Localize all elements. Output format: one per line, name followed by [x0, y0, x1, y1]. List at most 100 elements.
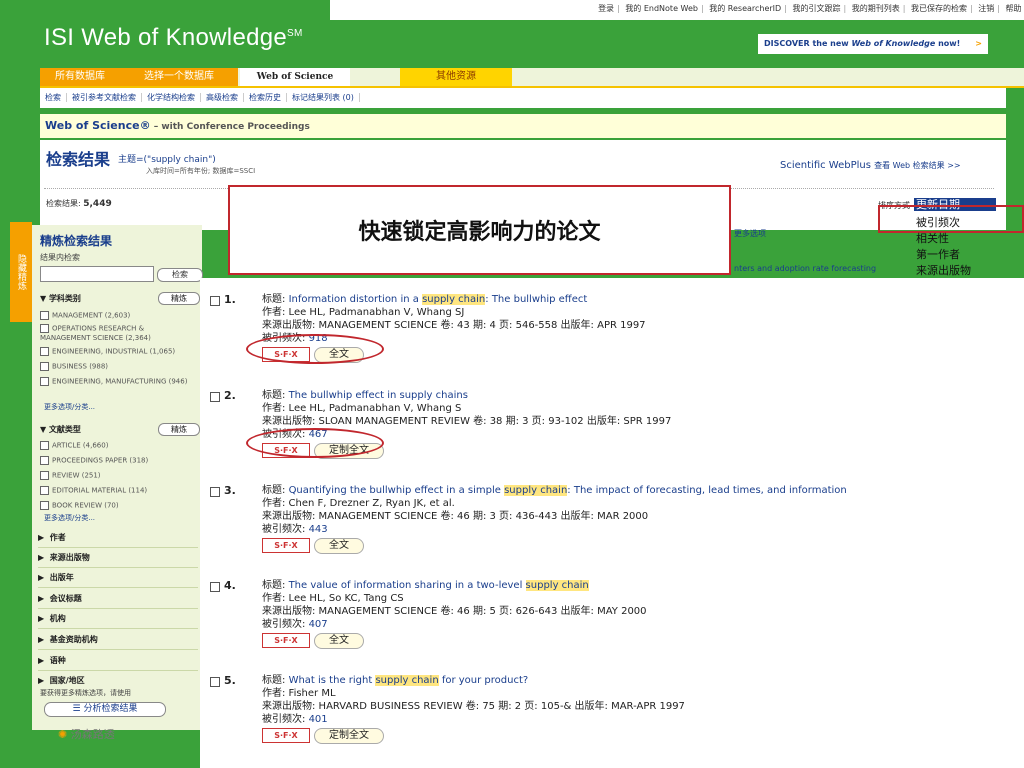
hide-refine-tab[interactable]: 隐藏精炼 [10, 222, 32, 322]
sort-option-citations[interactable]: 被引频次 [916, 214, 960, 230]
facet-organization[interactable]: ▶ 机构 [38, 610, 198, 629]
subnav-history[interactable]: 检索历史 [244, 93, 287, 102]
sort-option-relevance[interactable]: 相关性 [916, 230, 949, 246]
wos-header: Web of Science® – with Conference Procee… [40, 114, 1006, 138]
doctype-item[interactable]: ARTICLE (4,660) [40, 441, 108, 451]
journal-list-link[interactable]: 我的期刊列表 [852, 4, 900, 13]
analyze-results-button[interactable]: ☰ 分析检索结果 [44, 702, 166, 717]
tab-web-of-science[interactable]: Web of Science [240, 68, 350, 86]
subnav-marked-list[interactable]: 标记结果列表 (0) [287, 93, 360, 102]
category-item[interactable]: OPERATIONS RESEARCH & MANAGEMENT SCIENCE… [40, 324, 195, 343]
callout-box: 快速锁定高影响力的论文 [228, 185, 731, 275]
sort-option-source[interactable]: 来源出版物 [916, 262, 971, 278]
results-title: 检索结果 [46, 150, 111, 169]
webplus-link[interactable]: Scientific WebPlus 查看 Web 检索结果 >> [780, 160, 961, 171]
citation-alerts-link[interactable]: 我的引文跟踪 [792, 4, 840, 13]
subnav-advanced[interactable]: 高级检索 [201, 93, 244, 102]
checkbox[interactable] [40, 311, 49, 320]
more-doctypes-link[interactable]: 更多选项/分类... [44, 513, 95, 523]
record-checkbox[interactable] [210, 487, 220, 497]
subnav-search[interactable]: 检索 [40, 93, 67, 102]
facet-conference[interactable]: ▶ 会议标题 [38, 590, 198, 609]
researcherid-link[interactable]: 我的 ResearcherID [709, 4, 781, 13]
record-authors: 作者: Lee HL, Padmanabhan V, Whang SJ [262, 307, 465, 318]
doctype-heading[interactable]: ▼ 文献类型 精炼 [40, 423, 200, 436]
logout-link[interactable]: 注销 [978, 4, 994, 13]
tab-all-databases[interactable]: 所有数据库 [40, 68, 120, 86]
sfx-button[interactable]: S·F·X [262, 633, 310, 648]
more-categories-link[interactable]: 更多选项/分类... [44, 402, 95, 412]
category-heading[interactable]: ▼ 学科类别 精炼 [40, 292, 200, 305]
arrow-right-icon: > [975, 39, 982, 48]
thomson-reuters-logo: ✺ 汤森路透 [58, 728, 115, 741]
checkbox[interactable] [40, 362, 49, 371]
record-title-link[interactable]: The bullwhip effect in supply chains [289, 390, 468, 401]
record-checkbox[interactable] [210, 296, 220, 306]
doctype-item[interactable]: BOOK REVIEW (70) [40, 501, 119, 511]
truncated-title-link[interactable]: nters and adoption rate forecasting [734, 264, 876, 273]
checkbox[interactable] [40, 377, 49, 386]
subnav-structure[interactable]: 化学结构检索 [142, 93, 201, 102]
refine-button[interactable]: 精炼 [158, 423, 200, 436]
record-checkbox[interactable] [210, 677, 220, 687]
checkbox[interactable] [40, 456, 49, 465]
help-link[interactable]: 帮助 [1005, 4, 1021, 13]
tab-select-database[interactable]: 选择一个数据库 [120, 68, 238, 86]
cited-count-link[interactable]: 401 [309, 714, 328, 725]
discover-banner[interactable]: DISCOVER the new Web of Knowledge now! > [758, 34, 988, 54]
record-checkbox[interactable] [210, 582, 220, 592]
record-checkbox[interactable] [210, 392, 220, 402]
doctype-item[interactable]: EDITORIAL MATERIAL (114) [40, 486, 147, 496]
endnote-link[interactable]: 我的 EndNote Web [625, 4, 698, 13]
saved-searches-link[interactable]: 我已保存的检索 [911, 4, 967, 13]
category-item[interactable]: ENGINEERING, MANUFACTURING (946) [40, 377, 195, 387]
sub-navigation: 检索 被引参考文献检索 化学结构检索 高级检索 检索历史 标记结果列表 (0) [40, 88, 1006, 108]
record-source: 来源出版物: MANAGEMENT SCIENCE 卷: 43 期: 4 页: … [262, 320, 646, 331]
facet-funding[interactable]: ▶ 基金资助机构 [38, 631, 198, 650]
sfx-button[interactable]: S·F·X [262, 538, 310, 553]
custom-full-text-button[interactable]: 定制全文 [314, 728, 384, 744]
facet-year[interactable]: ▶ 出版年 [38, 569, 198, 588]
checkbox[interactable] [40, 441, 49, 450]
doctype-item[interactable]: REVIEW (251) [40, 471, 101, 481]
category-item[interactable]: ENGINEERING, INDUSTRIAL (1,065) [40, 347, 175, 357]
checkbox[interactable] [40, 324, 49, 333]
checkbox[interactable] [40, 501, 49, 510]
checkbox[interactable] [40, 486, 49, 495]
highlight-ring [246, 428, 384, 458]
record-source: 来源出版物: HARVARD BUSINESS REVIEW 卷: 75 期: … [262, 701, 685, 712]
doctype-item[interactable]: PROCEEDINGS PAPER (318) [40, 456, 148, 466]
query-meta: 入库时间=所有年份; 数据库=SSCI [146, 167, 256, 175]
subnav-cited-ref[interactable]: 被引参考文献检索 [67, 93, 142, 102]
facet-source[interactable]: ▶ 来源出版物 [38, 549, 198, 568]
record-title-link[interactable]: Quantifying the bullwhip effect in a sim… [289, 485, 847, 496]
login-link[interactable]: 登录 [598, 4, 614, 13]
record-title-link[interactable]: Information distortion in a supply chain… [289, 294, 587, 305]
menu-icon: ☰ [72, 704, 81, 714]
top-links-bar: 登录 | 我的 EndNote Web | 我的 ResearcherID | 我的引… [330, 0, 1024, 20]
cited-count-link[interactable]: 407 [309, 619, 328, 630]
cited-count-link[interactable]: 443 [309, 524, 328, 535]
search-within-input[interactable] [40, 266, 154, 282]
record-title-link[interactable]: What is the right supply chain for your … [289, 675, 528, 686]
checkbox[interactable] [40, 471, 49, 480]
more-options-link[interactable]: 更多选项 [734, 228, 766, 239]
record-title-link[interactable]: The value of information sharing in a tw… [289, 580, 589, 591]
category-item[interactable]: MANAGEMENT (2,603) [40, 311, 130, 321]
search-within-button[interactable]: 检索 [157, 268, 203, 282]
category-item[interactable]: BUSINESS (988) [40, 362, 108, 372]
record-source: 来源出版物: SLOAN MANAGEMENT REVIEW 卷: 38 期: … [262, 416, 672, 427]
full-text-button[interactable]: 全文 [314, 538, 364, 554]
result-count: 检索结果: 5,449 [46, 199, 112, 209]
full-text-button[interactable]: 全文 [314, 633, 364, 649]
sfx-button[interactable]: S·F·X [262, 728, 310, 743]
analyze-note: 要获得更多精炼选项，请使用 [40, 689, 131, 697]
refine-button[interactable]: 精炼 [158, 292, 200, 305]
facet-author[interactable]: ▶ 作者 [38, 529, 198, 548]
sort-option-first-author[interactable]: 第一作者 [916, 246, 960, 262]
checkbox[interactable] [40, 347, 49, 356]
tab-other-resources[interactable]: 其他资源 [400, 68, 512, 86]
record-authors: 作者: Lee HL, So KC, Tang CS [262, 593, 404, 604]
query-text: 主题=("supply chain") [118, 155, 216, 165]
facet-language[interactable]: ▶ 语种 [38, 652, 198, 671]
